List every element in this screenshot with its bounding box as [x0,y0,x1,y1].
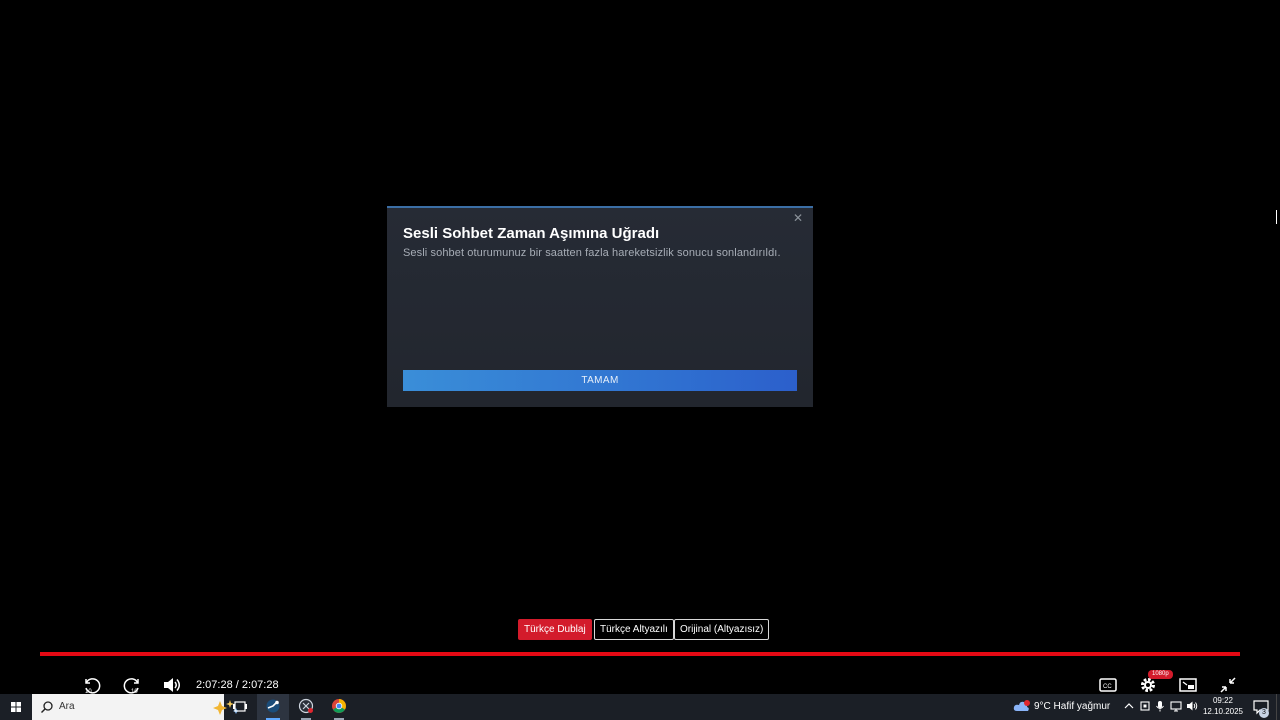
search-input[interactable]: Ara [32,694,239,720]
audio-option-turkish-subtitled[interactable]: Türkçe Altyazılı [594,619,674,640]
chevron-up-icon[interactable] [1122,699,1136,713]
svg-text:CC: CC [1103,684,1112,690]
search-placeholder: Ara [59,701,75,712]
quality-badge: 1080p [1148,670,1173,679]
clock-time: 09:22 [1212,696,1234,705]
dialog-title: Sesli Sohbet Zaman Aşımına Uğradı [403,225,660,242]
chrome-taskbar-button[interactable] [323,694,355,720]
task-view-icon[interactable] [224,694,256,720]
weather-widget[interactable]: 9°C Hafif yağmur [1012,694,1116,720]
windows-start-icon[interactable] [0,694,32,720]
microphone-icon[interactable] [1153,699,1167,713]
voice-chat-timeout-dialog: ✕ Sesli Sohbet Zaman Aşımına Uğradı Sesl… [387,206,813,407]
chrome-icon [332,699,346,713]
rewind-10-icon[interactable]: 10 [82,676,102,694]
steam-taskbar-button[interactable] [257,694,289,720]
system-clock[interactable]: 09:22 12.10.2025 [1200,695,1246,719]
volume-icon[interactable] [162,676,182,694]
audio-language-bar: Türkçe Dublaj Türkçe Altyazılı Orijinal … [0,619,1280,641]
captions-icon[interactable]: CC [1098,676,1118,694]
dialog-message: Sesli sohbet oturumunuz bir saatten fazl… [403,247,781,259]
picture-in-picture-icon[interactable] [1178,676,1198,694]
app-taskbar-button[interactable] [290,694,322,720]
network-icon[interactable] [1169,699,1183,713]
weather-text: 9°C Hafif yağmur [1034,701,1111,712]
windows-taskbar: Ara 9°C Hafif yağmur 09:22 12.10.2025 3 [0,694,1280,720]
progress-fill [40,652,1240,656]
audio-option-original[interactable]: Orijinal (Altyazısız) [674,619,770,640]
search-icon [41,701,53,713]
rain-cloud-icon [1013,700,1030,711]
time-readout: 2:07:28 / 2:07:28 [196,679,279,691]
audio-option-turkish-dub[interactable]: Türkçe Dublaj [518,619,592,640]
steam-icon [266,699,280,713]
close-icon[interactable]: ✕ [789,210,807,226]
time-separator: / [235,679,239,691]
exit-fullscreen-icon[interactable] [1218,676,1238,694]
mouse-cursor [1276,210,1280,224]
current-time: 2:07:28 [196,679,233,691]
show-desktop-button[interactable] [1276,694,1280,720]
duration: 2:07:28 [241,679,279,691]
hardware-icon[interactable] [1138,699,1152,713]
app-icon [298,698,314,714]
progress-bar[interactable] [40,652,1240,656]
speaker-icon[interactable] [1185,699,1199,713]
ok-button[interactable]: TAMAM [403,370,797,391]
forward-10-icon[interactable]: 10 [122,676,142,694]
clock-date: 12.10.2025 [1202,707,1244,716]
notification-count-badge: 3 [1259,708,1269,718]
